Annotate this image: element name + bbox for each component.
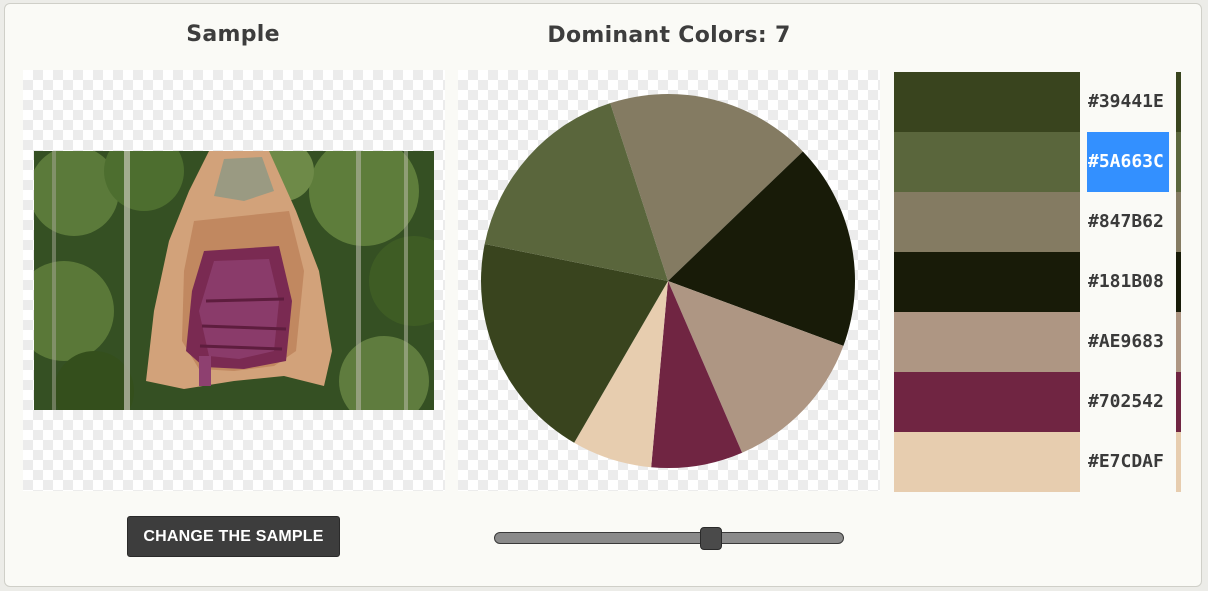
color-swatch[interactable] (894, 192, 1080, 252)
color-swatch[interactable] (894, 372, 1080, 432)
color-swatch-row[interactable]: #702542 (894, 372, 1181, 432)
color-hex-label[interactable]: #39441E (1087, 86, 1169, 118)
color-swatch-edge (1176, 312, 1181, 372)
color-hex-label[interactable]: #847B62 (1087, 206, 1169, 238)
sample-photo (34, 151, 434, 410)
color-swatch-row[interactable]: #5A663C (894, 132, 1181, 192)
color-hex-label[interactable]: #5A663C (1087, 132, 1169, 192)
color-swatch[interactable] (894, 72, 1080, 132)
color-swatch-edge (1176, 432, 1181, 492)
color-swatch[interactable] (894, 432, 1080, 492)
color-swatch[interactable] (894, 132, 1080, 192)
color-swatch[interactable] (894, 312, 1080, 372)
sample-heading: Sample (186, 22, 280, 47)
pie-chart-area (458, 70, 880, 491)
color-hex-label[interactable]: #AE9683 (1087, 326, 1169, 358)
color-hex-label[interactable]: #E7CDAF (1087, 446, 1169, 478)
dominant-colors-pie (481, 94, 855, 468)
color-hex-label[interactable]: #702542 (1087, 386, 1169, 418)
color-swatch-row[interactable]: #E7CDAF (894, 432, 1181, 492)
color-hex-label[interactable]: #181B08 (1087, 266, 1169, 298)
sample-image-area (23, 70, 445, 491)
color-swatch-row[interactable]: #39441E (894, 72, 1181, 132)
color-swatch-edge (1176, 372, 1181, 432)
color-swatch-row[interactable]: #AE9683 (894, 312, 1181, 372)
change-sample-button[interactable]: CHANGE THE SAMPLE (127, 516, 340, 557)
color-swatch[interactable] (894, 252, 1080, 312)
dominant-colors-heading: Dominant Colors: 7 (547, 23, 791, 48)
color-count-slider-track[interactable] (494, 532, 844, 544)
color-count-slider-thumb[interactable] (700, 527, 722, 550)
color-swatch-row[interactable]: #181B08 (894, 252, 1181, 312)
color-swatch-edge (1176, 132, 1181, 192)
color-swatch-edge (1176, 192, 1181, 252)
color-swatch-edge (1176, 72, 1181, 132)
color-swatch-row[interactable]: #847B62 (894, 192, 1181, 252)
color-swatch-edge (1176, 252, 1181, 312)
sample-photo-image (34, 151, 434, 410)
color-swatch-list: #39441E #5A663C #847B62 #181B08 #AE9683 #7025… (894, 72, 1181, 492)
